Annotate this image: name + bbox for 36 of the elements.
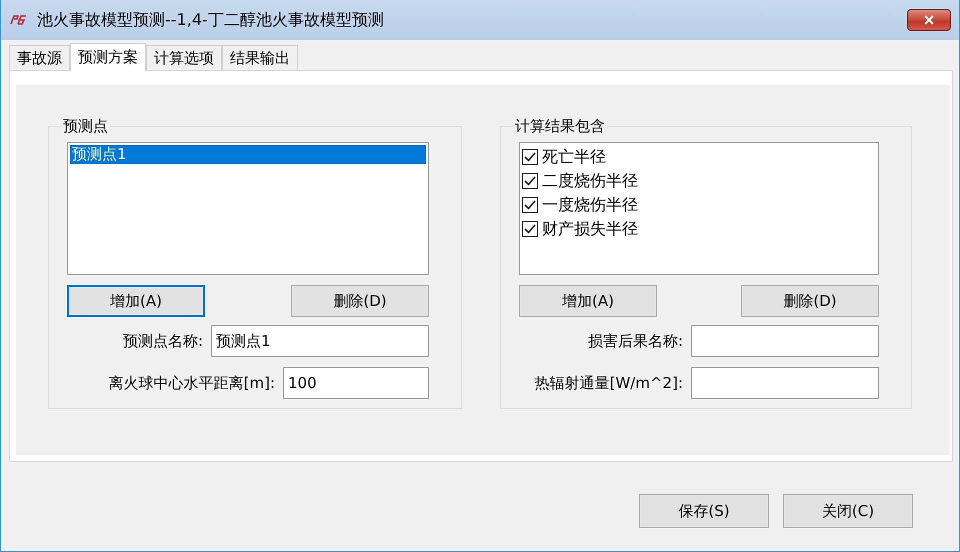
close-button[interactable]: × xyxy=(907,9,951,31)
tab[interactable]: 预测方案 xyxy=(70,43,146,71)
group-title: 计算结果包含 xyxy=(514,117,606,136)
checkbox-label: 一度烧伤半径 xyxy=(542,194,638,216)
checklist-item[interactable]: 财产损失半径 xyxy=(522,217,876,241)
checkbox-label: 财产损失半径 xyxy=(542,218,638,240)
add-button[interactable]: 增加(A) xyxy=(67,285,205,317)
close-dialog-button[interactable]: 关闭(C) xyxy=(783,494,913,528)
list-item[interactable]: 预测点1 xyxy=(70,145,426,164)
input-field[interactable] xyxy=(691,367,879,399)
group-title: 预测点 xyxy=(62,117,109,136)
save-button[interactable]: 保存(S) xyxy=(639,494,769,528)
window-title: 池火事故模型预测--1,4-丁二醇池火事故模型预测 xyxy=(37,10,384,30)
add-button[interactable]: 增加(A) xyxy=(519,285,657,317)
tab[interactable]: 计算选项 xyxy=(146,45,222,70)
checkbox[interactable] xyxy=(522,173,538,189)
app-logo-icon xyxy=(9,14,29,26)
input-field[interactable] xyxy=(691,325,879,357)
field-label: 热辐射通量[W/m^2]: xyxy=(534,374,683,392)
checkbox[interactable] xyxy=(522,197,538,213)
field-label: 离火球中心水平距离[m]: xyxy=(108,374,275,392)
checkbox-label: 二度烧伤半径 xyxy=(542,170,638,192)
field-label: 预测点名称: xyxy=(122,332,203,350)
checkbox[interactable] xyxy=(522,221,538,237)
checkbox-label: 死亡半径 xyxy=(542,146,606,168)
checkbox[interactable] xyxy=(522,149,538,165)
tab[interactable]: 结果输出 xyxy=(222,45,298,70)
checklist-item[interactable]: 一度烧伤半径 xyxy=(522,193,876,217)
checklist-item[interactable]: 死亡半径 xyxy=(522,145,876,169)
delete-button[interactable]: 删除(D) xyxy=(291,285,429,317)
tab[interactable]: 事故源 xyxy=(9,45,70,70)
field-label: 损害后果名称: xyxy=(588,332,683,350)
input-field[interactable]: 预测点1 xyxy=(211,325,429,357)
delete-button[interactable]: 删除(D) xyxy=(741,285,879,317)
input-field[interactable]: 100 xyxy=(283,367,429,399)
checklist-item[interactable]: 二度烧伤半径 xyxy=(522,169,876,193)
